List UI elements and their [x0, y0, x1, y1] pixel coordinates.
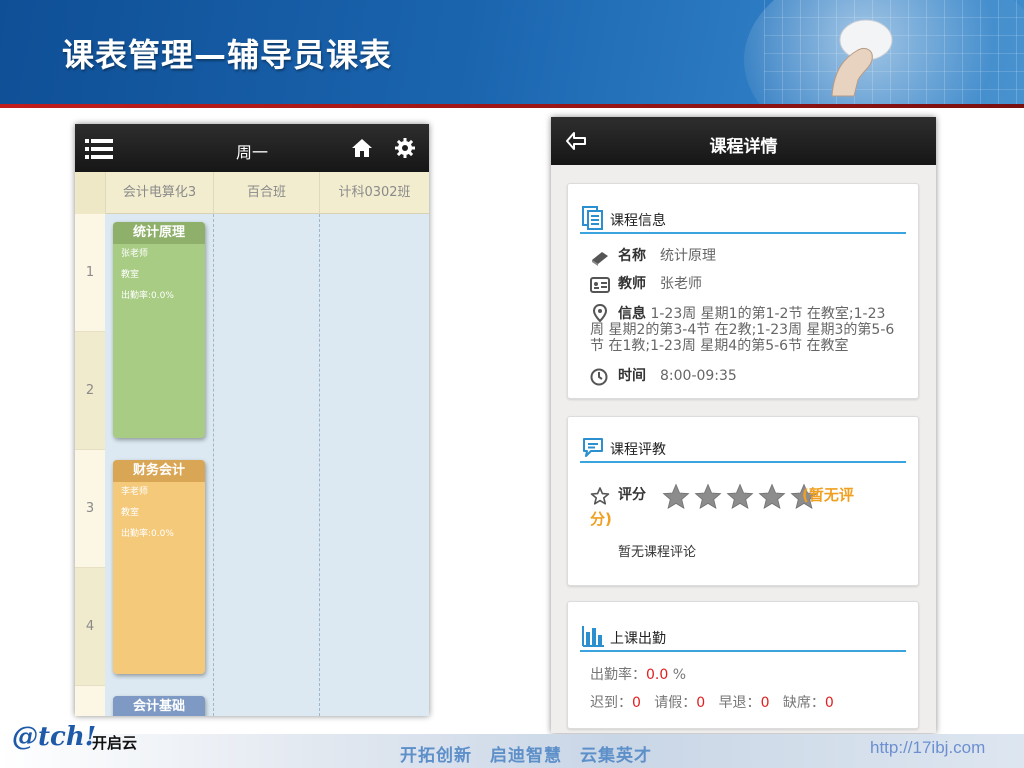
- gear-icon[interactable]: [395, 138, 415, 158]
- timetable-screen: 周一 会计电算化3 百合班 计科0302班 1 2 3 4 统计原理 张老师 教…: [75, 124, 429, 716]
- course-info-header: 课程信息: [580, 200, 906, 234]
- no-rating-text: 分): [590, 510, 612, 528]
- period-number-partial: [75, 686, 105, 716]
- course-card-room: 教室: [121, 508, 140, 518]
- day-title: 周一: [235, 143, 268, 162]
- late-value: 0: [632, 695, 641, 711]
- footer-slogan: 开拓创新 启迪智慧 云集英才: [400, 746, 652, 766]
- column-header-class[interactable]: 计科0302班: [319, 172, 429, 214]
- bar-chart-icon: [582, 626, 604, 647]
- schedule-info-line: 周 星期2的第3-4节 在2教;1-23周 星期3的第5-6: [590, 322, 895, 338]
- logo-brand-name: 开启云: [92, 734, 138, 752]
- leave-label: 请假：: [654, 695, 697, 711]
- course-detail-screen: 课程详情 课程信息 名称 统计原理 教师 张老师 信息 1-23周 星期1的第1…: [551, 117, 936, 733]
- column-divider: [319, 214, 320, 716]
- logo-mark: @tch!: [12, 722, 97, 752]
- brand-logo: @tch! 开启云: [12, 722, 152, 766]
- teacher-value: 张老师: [660, 276, 702, 292]
- course-card[interactable]: 统计原理 张老师 教室 出勤率:0.0%: [113, 222, 205, 438]
- schedule-info-row: 信息 1-23周 星期1的第1-2节 在教室;1-23 周 星期2的第3-4节 …: [590, 306, 908, 354]
- course-card-room: 教室: [121, 270, 140, 280]
- period-column: 1 2 3 4: [75, 214, 105, 716]
- footer-url-link[interactable]: http://17ibj.com: [870, 738, 985, 758]
- id-card-icon: [590, 277, 610, 293]
- attendance-panel: 上课出勤 出勤率：0.0 % 迟到：0 请假：0 早退：0 缺席：0: [567, 601, 919, 729]
- course-card[interactable]: 财务会计 李老师 教室 出勤率:0.0%: [113, 460, 205, 674]
- comment-icon: [583, 438, 603, 457]
- early-leave-value: 0: [760, 695, 770, 711]
- course-card-teacher: 李老师: [121, 487, 149, 497]
- course-card-teacher: 张老师: [121, 249, 149, 259]
- no-comments-text: 暂无课程评论: [618, 545, 697, 560]
- book-icon: [592, 252, 608, 266]
- slide-title: 课表管理—辅导员课表: [62, 36, 393, 74]
- attendance-header: 上课出勤: [580, 618, 906, 652]
- column-header-class[interactable]: 百合班: [213, 172, 319, 214]
- course-card-attendance: 出勤率:0.0%: [121, 529, 174, 539]
- attendance-heading: 上课出勤: [610, 631, 666, 647]
- late-label: 迟到：: [590, 695, 632, 711]
- header-corner: [75, 172, 105, 214]
- document-icon: [582, 206, 603, 230]
- hand-mouse-icon: [831, 19, 893, 97]
- absent-value: 0: [824, 695, 834, 711]
- teacher-label: 教师: [618, 276, 646, 292]
- period-number: 2: [75, 332, 105, 450]
- attendance-rate-unit: %: [668, 667, 687, 683]
- leave-value: 0: [696, 695, 706, 711]
- course-card-title: 财务会计: [113, 460, 205, 482]
- period-number: 4: [75, 568, 105, 686]
- evaluation-header: 课程评教: [580, 429, 906, 463]
- no-rating-text: (暂无评: [802, 486, 854, 504]
- early-leave-label: 早退：: [718, 695, 761, 711]
- time-value: 8:00-09:35: [660, 368, 737, 384]
- time-label: 时间: [618, 368, 646, 384]
- course-name-label: 名称: [618, 248, 646, 264]
- clock-icon: [590, 368, 608, 386]
- evaluation-panel: 课程评教 评分 (暂无评 分) 暂无课程评论: [567, 416, 919, 586]
- course-card-title: 统计原理: [113, 222, 205, 244]
- course-card[interactable]: 会计基础: [113, 696, 205, 716]
- period-number: 3: [75, 450, 105, 568]
- no-rating-note: (暂无评 分): [590, 483, 910, 531]
- schedule-info-line: 节 在1教;1-23周 星期4的第5-6节 在教室: [590, 338, 849, 354]
- course-info-heading: 课程信息: [610, 213, 666, 229]
- column-header-class[interactable]: 会计电算化3: [105, 172, 213, 214]
- column-divider: [213, 214, 214, 716]
- course-name-value: 统计原理: [660, 248, 716, 264]
- header-divider: [0, 104, 1024, 108]
- course-card-title: 会计基础: [113, 696, 205, 716]
- period-number: 1: [75, 214, 105, 332]
- course-card-attendance: 出勤率:0.0%: [121, 291, 174, 301]
- home-icon[interactable]: [351, 138, 373, 158]
- schedule-info-label: 信息: [618, 306, 646, 322]
- attendance-rate-label: 出勤率：: [590, 667, 646, 683]
- schedule-info-line: 1-23周 星期1的第1-2节 在教室;1-23: [650, 306, 886, 322]
- detail-title: 课程详情: [709, 137, 778, 157]
- course-info-panel: 课程信息 名称 统计原理 教师 张老师 信息 1-23周 星期1的第1-2节 在…: [567, 183, 919, 399]
- evaluation-heading: 课程评教: [610, 442, 666, 458]
- timetable-top-bar: 周一: [75, 124, 429, 172]
- timetable-grid: 统计原理 张老师 教室 出勤率:0.0% 财务会计 李老师 教室 出勤率:0.0…: [105, 214, 429, 716]
- class-column-headers: 会计电算化3 百合班 计科0302班: [75, 172, 429, 214]
- attendance-rate-value: 0.0: [646, 667, 669, 683]
- detail-top-bar: 课程详情: [551, 117, 936, 165]
- attendance-rate-row: 出勤率：0.0 %: [590, 664, 686, 684]
- slide-header: 课表管理—辅导员课表: [0, 0, 1024, 108]
- absent-label: 缺席：: [782, 695, 825, 711]
- attendance-stats-row: 迟到：0 请假：0 早退：0 缺席：0: [590, 692, 834, 712]
